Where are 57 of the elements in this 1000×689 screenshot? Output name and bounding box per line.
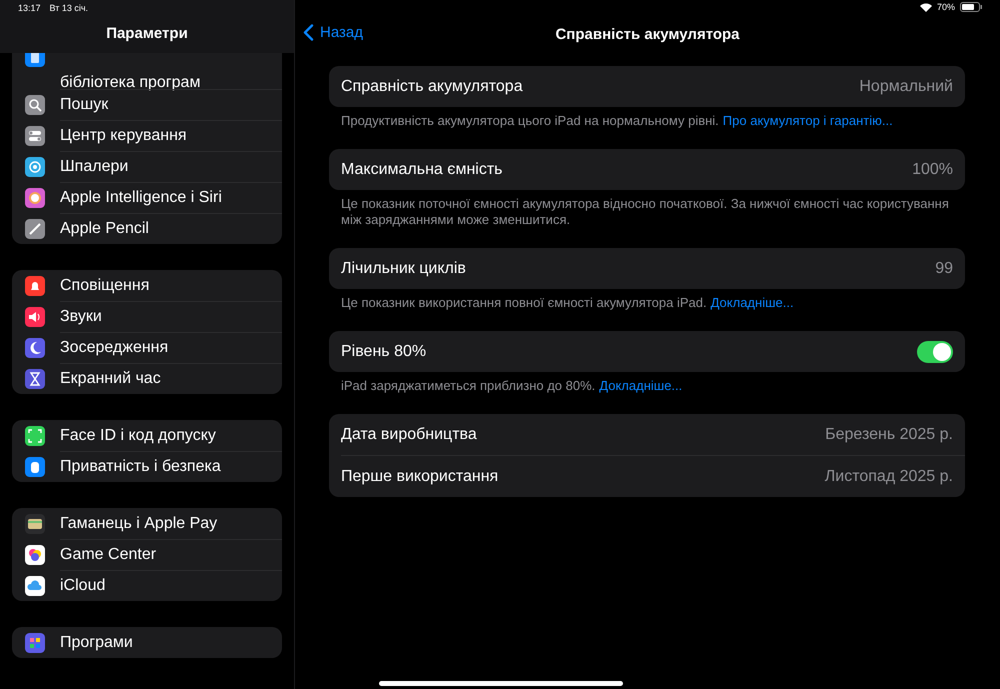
search-icon xyxy=(25,94,45,114)
bell-icon xyxy=(25,276,45,296)
app-grid-icon xyxy=(25,632,45,652)
sidebar-item[interactable]: Звуки xyxy=(60,308,102,326)
footer-note: iPad заряджатиметься приблизно до 80%. Докладніше... xyxy=(340,377,684,394)
row-label: Дата виробництва xyxy=(341,426,477,444)
battery-percent: 70% xyxy=(936,2,955,12)
hourglass-icon xyxy=(25,368,45,388)
toggles-icon xyxy=(25,126,45,146)
more-link[interactable]: Докладніше... xyxy=(599,378,682,393)
sidebar-item[interactable]: Програми xyxy=(60,634,133,652)
cloud-icon xyxy=(25,576,45,596)
toggle-switch[interactable] xyxy=(917,340,953,362)
wifi-icon xyxy=(920,2,932,12)
row-value: Листопад 2025 р. xyxy=(824,468,953,486)
more-link[interactable]: Про акумулятор і гарантію... xyxy=(722,113,893,128)
status-date: Вт 13 січ. xyxy=(50,3,88,13)
sidebar-item[interactable]: Шпалери xyxy=(60,158,128,176)
status-time: 13:17 xyxy=(18,3,41,13)
sidebar-item[interactable]: iCloud xyxy=(60,577,106,595)
footer-note: Це показник використання повної ємності акумулятора iPad. Докладніше... xyxy=(340,294,795,311)
face-id-icon xyxy=(25,426,45,446)
row-label: Перше використання xyxy=(341,468,498,486)
sidebar-item[interactable]: Гаманець і Apple Pay xyxy=(60,514,218,532)
sidebar-item[interactable]: бібліотека програм xyxy=(60,74,200,92)
row-label: Лічильник циклів xyxy=(341,260,466,278)
moon-icon xyxy=(25,338,45,358)
sidebar-item[interactable]: Екранний час xyxy=(60,370,161,388)
battery-icon xyxy=(960,2,982,12)
row-value: 99 xyxy=(935,260,953,278)
pencil-icon xyxy=(25,218,45,238)
row-label: Рівень 80% xyxy=(341,342,426,360)
chevron-left-icon xyxy=(303,24,314,41)
back-button[interactable]: Назад xyxy=(303,24,363,41)
sidebar-title: Параметри xyxy=(105,25,189,42)
row-label: Максимальна ємність xyxy=(341,160,502,178)
row-value: Березень 2025 р. xyxy=(825,426,953,444)
more-link[interactable]: Докладніше... xyxy=(710,295,794,310)
footer-note: Це показник поточної ємності акумулятора відносно початкової. За нижчої ємності час користування між заряджаннями може зменшитися. xyxy=(340,195,950,228)
sidebar-item[interactable]: Сповіщення xyxy=(60,276,150,294)
sidebar-item[interactable]: Apple Intelligence і Siri xyxy=(60,189,222,207)
footer-note: Продуктивність акумулятора цього iPad на нормальному рівні. Про акумулятор і гарантію... xyxy=(340,112,894,129)
row-value: 100% xyxy=(912,160,953,178)
sidebar-item[interactable]: Game Center xyxy=(60,546,156,564)
sidebar-item[interactable]: Зосередження xyxy=(60,339,168,357)
bubbles-icon xyxy=(25,544,45,564)
row-value: Нормальний xyxy=(859,78,953,96)
wallet-icon xyxy=(25,514,45,534)
sidebar-item[interactable]: Face ID і код допуску xyxy=(60,426,216,444)
sidebar-item[interactable]: Центр керування xyxy=(60,127,187,145)
page-title: Справність акумулятора xyxy=(555,26,740,42)
sidebar-item[interactable]: Пошук xyxy=(60,96,108,114)
sidebar-item[interactable]: Приватність і безпека xyxy=(60,458,221,476)
row-label: Справність акумулятора xyxy=(341,78,523,96)
ring-icon xyxy=(25,188,45,208)
sidebar-item[interactable]: Apple Pencil xyxy=(60,220,149,238)
speaker-icon xyxy=(25,306,45,326)
